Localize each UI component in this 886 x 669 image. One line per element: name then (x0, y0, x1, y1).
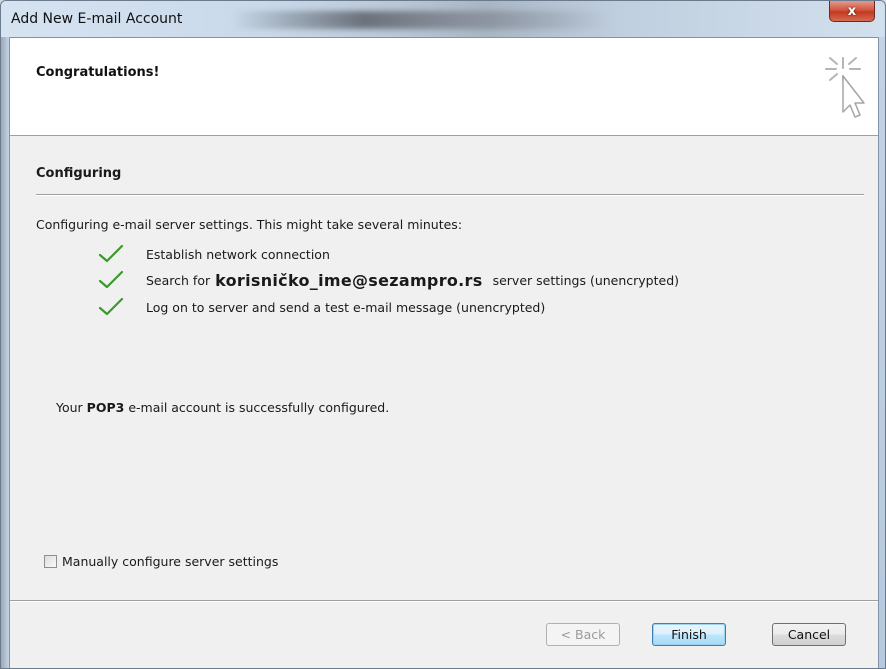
wizard-header: Congratulations! (10, 38, 878, 136)
step-logon-test-message: Log on to server and send a test e-mail … (98, 294, 545, 320)
back-button-label: < Back (560, 627, 606, 642)
dialog-content: Congratulations! Configuring Configuring… (9, 37, 879, 668)
email-address: korisničko_ime@sezampro.rs (215, 270, 483, 290)
step-label-prefix: Search for (146, 272, 211, 288)
section-title: Configuring (36, 166, 122, 181)
title-bar[interactable]: Add New E-mail Account x (1, 1, 885, 37)
finish-button-label: Finish (671, 627, 707, 642)
step-label-suffix: server settings (unencrypted) (492, 272, 680, 288)
close-button[interactable]: x (829, 1, 875, 22)
manual-config-option[interactable]: Manually configure server settings (44, 554, 278, 569)
step-label: Establish network connection (146, 246, 330, 262)
window-title: Add New E-mail Account (11, 11, 183, 27)
checkmark-icon (98, 270, 124, 289)
checkmark-icon (98, 297, 124, 316)
section-divider (36, 194, 864, 196)
page-title: Congratulations! (36, 65, 160, 80)
dialog-window: Add New E-mail Account x Congratulations… (0, 0, 886, 669)
close-icon: x (847, 3, 857, 19)
wizard-cursor-icon (825, 57, 865, 118)
account-protocol: POP3 (86, 400, 125, 415)
configuring-intro-text: Configuring e-mail server settings. This… (36, 217, 463, 232)
manual-config-label[interactable]: Manually configure server settings (62, 554, 278, 569)
manual-config-checkbox[interactable] (44, 555, 57, 568)
back-button[interactable]: < Back (546, 623, 620, 646)
finish-button[interactable]: Finish (652, 623, 726, 646)
window-frame-left (1, 37, 9, 668)
cancel-button-label: Cancel (787, 627, 831, 642)
step-network-connection: Establish network connection (98, 241, 330, 267)
footer-divider (10, 600, 878, 602)
cancel-button[interactable]: Cancel (772, 623, 846, 646)
checkmark-icon (98, 244, 124, 263)
success-message: Your POP3 e-mail account is successfully… (56, 400, 389, 415)
success-suffix: e-mail account is successfully configure… (128, 400, 390, 415)
blurred-background-title (231, 11, 611, 29)
step-label: Log on to server and send a test e-mail … (146, 299, 546, 315)
step-search-server-settings: Search for korisničko_ime@sezampro.rs se… (98, 267, 679, 293)
success-prefix: Your (56, 400, 83, 415)
